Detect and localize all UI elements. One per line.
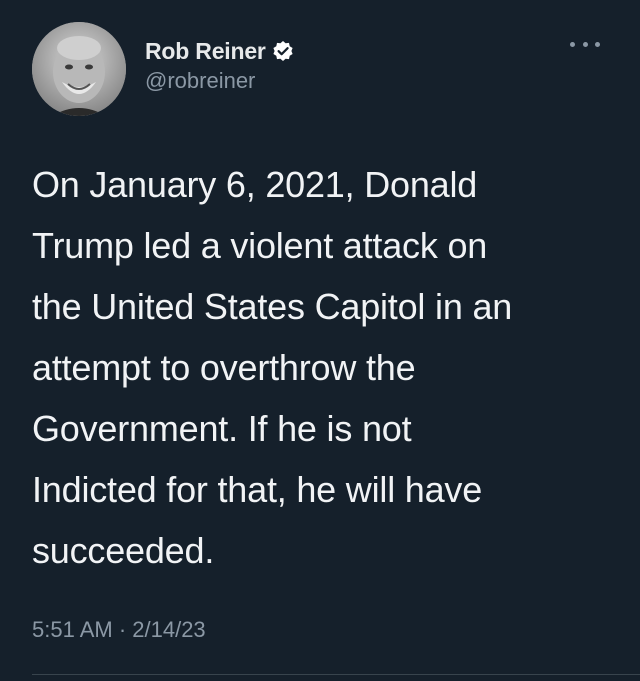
profile-photo-icon bbox=[32, 22, 126, 116]
divider bbox=[32, 674, 640, 675]
author-names: Rob Reiner @robreiner bbox=[145, 36, 294, 94]
more-dot bbox=[570, 41, 575, 47]
tweet-card: Rob Reiner @robreiner On January 6, 2021… bbox=[0, 0, 640, 681]
more-options-icon[interactable] bbox=[570, 34, 600, 54]
tweet-timestamp[interactable]: 5:51 AM · 2/14/23 bbox=[32, 617, 206, 643]
display-name-row: Rob Reiner bbox=[145, 36, 294, 66]
author-display-name[interactable]: Rob Reiner bbox=[145, 38, 266, 65]
more-dot bbox=[595, 41, 600, 47]
tweet-header: Rob Reiner @robreiner bbox=[30, 20, 610, 120]
tweet-text: On January 6, 2021, Donald Trump led a v… bbox=[32, 164, 513, 571]
author-avatar[interactable] bbox=[32, 22, 126, 116]
author-handle[interactable]: @robreiner bbox=[145, 68, 294, 94]
verified-badge-icon bbox=[272, 40, 294, 62]
more-dot bbox=[582, 41, 588, 47]
